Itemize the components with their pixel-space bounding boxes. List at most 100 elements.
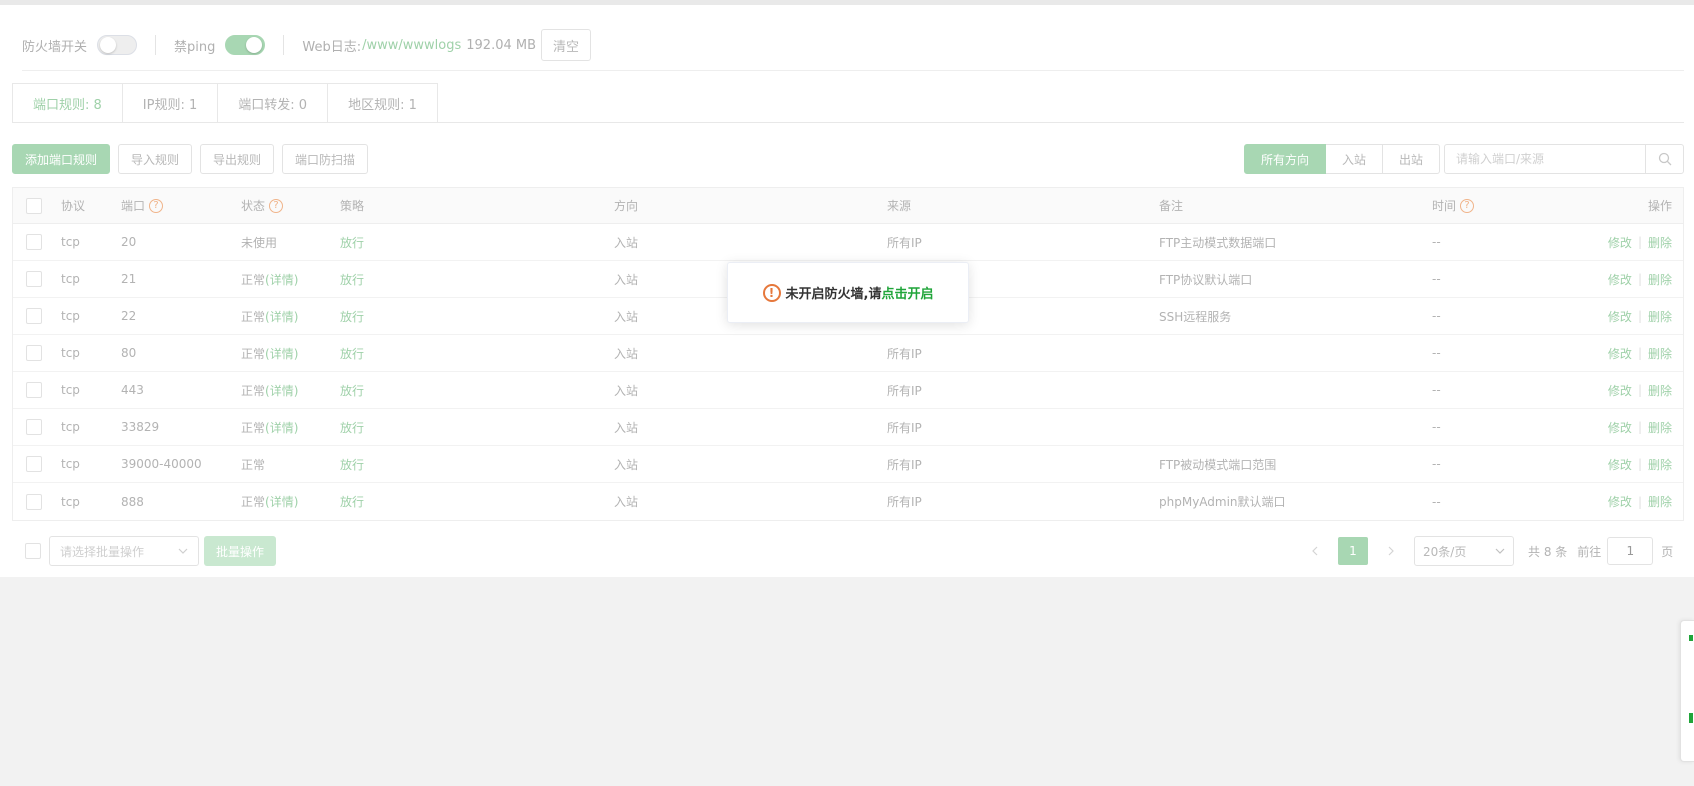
status-detail-link[interactable]: (详情): [265, 345, 298, 362]
help-icon[interactable]: ?: [269, 198, 284, 213]
prev-page-button[interactable]: [1300, 537, 1330, 565]
header-source: 来源: [887, 199, 912, 213]
cell-policy[interactable]: 放行: [340, 271, 614, 288]
add-port-rule-button[interactable]: 添加端口规则: [12, 144, 111, 174]
page-size-value: 20条/页: [1423, 544, 1467, 559]
port-scan-protection-button[interactable]: 端口防扫描: [282, 144, 369, 174]
row-checkbox[interactable]: [26, 271, 42, 287]
enable-firewall-link[interactable]: 点击开启: [881, 283, 933, 302]
clear-log-button[interactable]: 清空: [541, 29, 592, 61]
edit-link[interactable]: 修改: [1608, 419, 1632, 436]
ping-switch[interactable]: [225, 35, 266, 55]
port-rules-table: 协议 端口? 状态? 策略 方向 来源 备注 时间? 操作 tcp 20 未使用…: [12, 187, 1684, 521]
goto-page-input[interactable]: 1: [1607, 537, 1654, 565]
batch-operation-select[interactable]: 请选择批量操作: [49, 536, 199, 566]
status-detail-link[interactable]: (详情): [265, 419, 298, 436]
row-checkbox[interactable]: [26, 234, 42, 250]
batch-operation-button[interactable]: 批量操作: [204, 536, 277, 566]
next-page-button[interactable]: [1376, 537, 1406, 565]
edit-link[interactable]: 修改: [1608, 308, 1632, 325]
select-all-checkbox[interactable]: [26, 197, 42, 214]
delete-link[interactable]: 删除: [1648, 382, 1672, 399]
delete-link[interactable]: 删除: [1648, 419, 1672, 436]
batch-select-placeholder: 请选择批量操作: [60, 544, 145, 559]
cell-policy[interactable]: 放行: [340, 234, 614, 251]
search-button[interactable]: [1645, 145, 1683, 173]
header-port-label: 端口: [121, 199, 146, 213]
cell-time: --: [1432, 420, 1441, 434]
delete-link[interactable]: 删除: [1648, 308, 1672, 325]
ping-switch-label: 禁ping: [174, 39, 216, 55]
edit-link[interactable]: 修改: [1608, 271, 1632, 288]
search-input[interactable]: [1445, 145, 1645, 173]
cell-status: 正常 (详情): [241, 419, 340, 436]
page-size-select[interactable]: 20条/页: [1414, 536, 1514, 566]
page-unit-label: 页: [1661, 544, 1674, 559]
edit-link[interactable]: 修改: [1608, 456, 1632, 473]
side-floating-widget[interactable]: [1680, 620, 1694, 762]
edit-link[interactable]: 修改: [1608, 493, 1632, 510]
direction-outbound-button[interactable]: 出站: [1383, 144, 1441, 174]
status-detail-link[interactable]: (详情): [265, 382, 298, 399]
weblog-label: Web日志:: [302, 39, 362, 55]
status-detail-link[interactable]: (详情): [265, 493, 298, 510]
row-checkbox[interactable]: [26, 345, 42, 361]
cell-time: --: [1432, 457, 1441, 471]
edit-link[interactable]: 修改: [1608, 234, 1632, 251]
header-policy: 策略: [340, 199, 365, 213]
cell-policy[interactable]: 放行: [340, 419, 614, 436]
table-row: tcp 80 正常 (详情) 放行 入站 所有IP -- 修改 | 删除: [13, 335, 1683, 372]
delete-link[interactable]: 删除: [1648, 493, 1672, 510]
tab-port-forward[interactable]: 端口转发: 0: [218, 84, 329, 123]
footer-select-all-checkbox[interactable]: [25, 543, 41, 559]
cell-policy[interactable]: 放行: [340, 493, 614, 510]
row-checkbox[interactable]: [26, 382, 42, 398]
cell-direction: 入站: [614, 495, 639, 509]
cell-ops: 修改 | 删除: [1532, 308, 1683, 325]
cell-time: --: [1432, 272, 1441, 286]
cell-ops: 修改 | 删除: [1532, 234, 1683, 251]
status-text: 正常: [241, 457, 266, 472]
cell-status: 正常 (详情): [241, 382, 340, 399]
direction-inbound-button[interactable]: 入站: [1326, 144, 1384, 174]
delete-link[interactable]: 删除: [1648, 234, 1672, 251]
cell-policy[interactable]: 放行: [340, 456, 614, 473]
row-checkbox[interactable]: [26, 308, 42, 324]
import-rules-button[interactable]: 导入规则: [118, 144, 193, 174]
cell-protocol: tcp: [61, 235, 80, 249]
row-select-cell: [13, 382, 61, 398]
status-detail-link[interactable]: (详情): [265, 271, 298, 288]
export-rules-button[interactable]: 导出规则: [200, 144, 275, 174]
page-number-current[interactable]: 1: [1338, 537, 1368, 565]
rule-actions: 添加端口规则 导入规则 导出规则 端口防扫描: [12, 144, 376, 174]
delete-link[interactable]: 删除: [1648, 345, 1672, 362]
delete-link[interactable]: 删除: [1648, 456, 1672, 473]
direction-all-button[interactable]: 所有方向: [1244, 144, 1327, 174]
tab-ip-rules[interactable]: IP规则: 1: [123, 84, 219, 123]
row-checkbox[interactable]: [26, 456, 42, 472]
tab-region-rules[interactable]: 地区规则: 1: [328, 84, 437, 123]
help-icon[interactable]: ?: [149, 198, 164, 213]
select-all-cell: [13, 197, 61, 214]
status-text: 正常: [241, 272, 266, 287]
cell-policy[interactable]: 放行: [340, 345, 614, 362]
status-text: 正常: [241, 383, 266, 398]
header-status: 状态?: [241, 197, 340, 214]
edit-link[interactable]: 修改: [1608, 345, 1632, 362]
edit-link[interactable]: 修改: [1608, 382, 1632, 399]
status-detail-link[interactable]: (详情): [265, 308, 298, 325]
warning-icon: !: [762, 283, 781, 302]
row-checkbox[interactable]: [26, 419, 42, 435]
cell-note: FTP协议默认端口: [1159, 272, 1253, 287]
cell-status: 未使用: [241, 234, 340, 251]
row-checkbox[interactable]: [26, 493, 42, 510]
firewall-switch[interactable]: [97, 35, 138, 55]
cell-time: --: [1432, 235, 1441, 249]
cell-policy[interactable]: 放行: [340, 382, 614, 399]
tab-port-rules[interactable]: 端口规则: 8: [13, 84, 123, 123]
weblog-path-link[interactable]: /www/wwwlogs: [362, 38, 461, 53]
cell-protocol: tcp: [61, 309, 80, 323]
cell-policy[interactable]: 放行: [340, 308, 614, 325]
help-icon[interactable]: ?: [1460, 198, 1475, 213]
delete-link[interactable]: 删除: [1648, 271, 1672, 288]
